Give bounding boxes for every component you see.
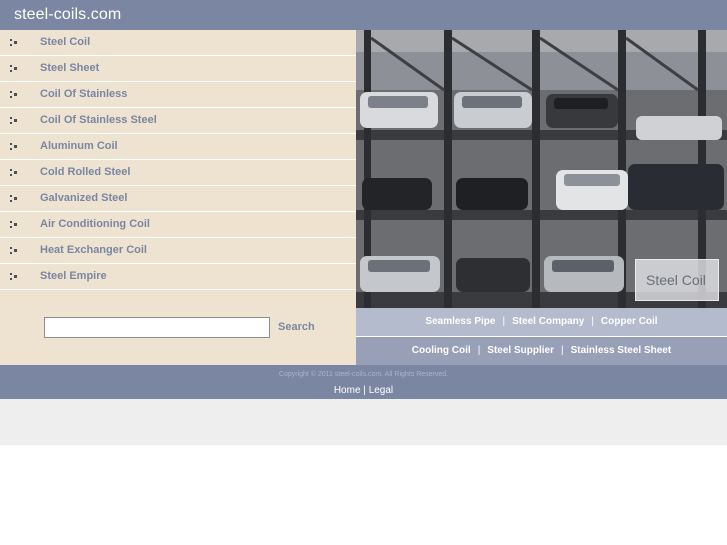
- sidebar-item-coil-of-stainless-steel[interactable]: Coil Of Stainless Steel: [0, 108, 356, 134]
- sidebar-item-steel-empire[interactable]: Steel Empire: [0, 264, 356, 290]
- sidebar-item-galvanized-steel[interactable]: Galvanized Steel: [0, 186, 356, 212]
- footer-home-link[interactable]: Home: [334, 385, 361, 396]
- sidebar-menu: Steel Coil Steel Sheet Coil Of Stainless…: [0, 30, 356, 290]
- link-separator: |: [477, 345, 481, 356]
- sidebar-item-label[interactable]: Steel Coil: [40, 36, 90, 48]
- footer-links: Home | Legal: [0, 385, 727, 396]
- links-row-2: Cooling Coil | Steel Supplier | Stainless St…: [356, 337, 727, 365]
- sidebar-item-label[interactable]: Coil Of Stainless Steel: [40, 114, 157, 126]
- link-steel-supplier[interactable]: Steel Supplier: [487, 345, 554, 356]
- site-title[interactable]: steel-coils.com: [14, 6, 121, 24]
- bullet-icon: [10, 273, 18, 281]
- hero-photo: Steel Coil: [356, 30, 727, 308]
- footer: Copyright © 2011 steel-coils.com. All Ri…: [0, 365, 727, 399]
- sidebar-item-aluminum-coil[interactable]: Aluminum Coil: [0, 134, 356, 160]
- sidebar-item-label[interactable]: Heat Exchanger Coil: [40, 244, 147, 256]
- link-stainless-steel-sheet[interactable]: Stainless Steel Sheet: [571, 345, 672, 356]
- sidebar-item-steel-sheet[interactable]: Steel Sheet: [0, 56, 356, 82]
- link-separator: |: [560, 345, 564, 356]
- sidebar-item-air-conditioning-coil[interactable]: Air Conditioning Coil: [0, 212, 356, 238]
- sidebar-item-label[interactable]: Coil Of Stainless: [40, 88, 127, 100]
- bullet-icon: [10, 39, 18, 47]
- bullet-icon: [10, 143, 18, 151]
- photo-caption: Steel Coil: [646, 272, 706, 288]
- sidebar-item-label[interactable]: Aluminum Coil: [40, 140, 118, 152]
- bullet-icon: [10, 65, 18, 73]
- link-steel-company[interactable]: Steel Company: [512, 316, 584, 327]
- bullet-icon: [10, 117, 18, 125]
- footer-separator: |: [363, 385, 366, 396]
- footer-legal-link[interactable]: Legal: [369, 385, 393, 396]
- bullet-icon: [10, 169, 18, 177]
- bullet-icon: [10, 221, 18, 229]
- bullet-icon: [10, 91, 18, 99]
- link-copper-coil[interactable]: Copper Coil: [601, 316, 658, 327]
- bullet-icon: [10, 247, 18, 255]
- sidebar-item-heat-exchanger-coil[interactable]: Heat Exchanger Coil: [0, 238, 356, 264]
- sidebar-item-label[interactable]: Cold Rolled Steel: [40, 166, 130, 178]
- link-separator: |: [591, 316, 594, 327]
- sidebar-item-label[interactable]: Steel Sheet: [40, 62, 99, 74]
- links-row-1: Seamless Pipe | Steel Company | Copper Coil: [356, 308, 727, 336]
- copyright-text: Copyright © 2011 steel-coils.com. All Ri…: [278, 371, 449, 378]
- search-input[interactable]: [44, 317, 270, 338]
- sidebar-item-steel-coil[interactable]: Steel Coil: [0, 30, 356, 56]
- bottom-band: [0, 399, 727, 445]
- link-cooling-coil[interactable]: Cooling Coil: [412, 345, 471, 356]
- bullet-icon: [10, 195, 18, 203]
- sidebar-item-label[interactable]: Galvanized Steel: [40, 192, 127, 204]
- sidebar-item-cold-rolled-steel[interactable]: Cold Rolled Steel: [0, 160, 356, 186]
- sidebar-item-label[interactable]: Steel Empire: [40, 270, 107, 282]
- link-seamless-pipe[interactable]: Seamless Pipe: [425, 316, 495, 327]
- sidebar-item-label[interactable]: Air Conditioning Coil: [40, 218, 150, 230]
- header-bar: steel-coils.com: [0, 0, 727, 30]
- link-separator: |: [502, 316, 506, 327]
- search-button[interactable]: Search: [278, 321, 315, 333]
- sidebar: Steel Coil Steel Sheet Coil Of Stainless…: [0, 30, 356, 365]
- sidebar-item-coil-of-stainless[interactable]: Coil Of Stainless: [0, 82, 356, 108]
- photo-caption-box: Steel Coil: [635, 259, 719, 301]
